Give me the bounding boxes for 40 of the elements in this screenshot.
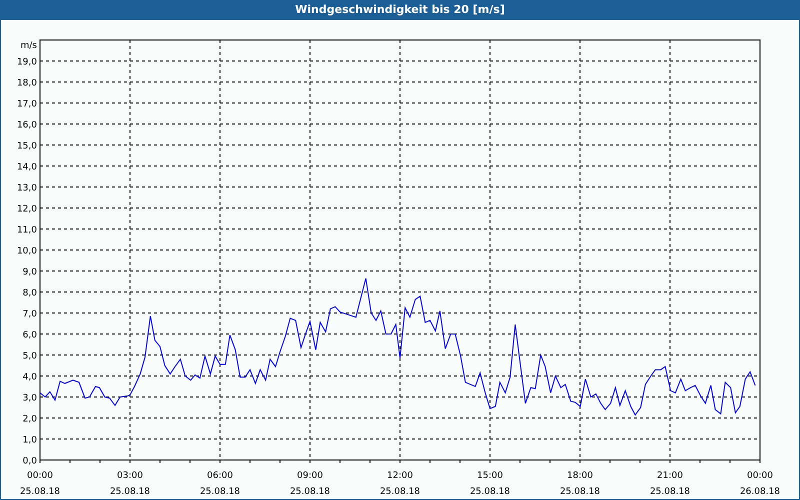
x-tick-time: 18:00 <box>567 471 593 481</box>
x-tick-time: 12:00 <box>387 471 413 481</box>
x-tick-date: 25.08.18 <box>20 487 60 497</box>
x-tick-date: 25.08.18 <box>110 487 150 497</box>
y-tick-label: 14,0 <box>16 162 37 172</box>
y-tick-label: 17,0 <box>16 100 37 110</box>
x-tick-time: 03:00 <box>117 471 143 481</box>
x-tick-date: 25.08.18 <box>650 487 690 497</box>
x-tick-date: 25.08.18 <box>290 487 330 497</box>
y-tick-label: 2,0 <box>22 414 37 424</box>
x-tick-time: 15:00 <box>477 471 503 481</box>
x-tick-time: 00:00 <box>27 471 53 481</box>
y-axis-unit: m/s <box>20 41 37 51</box>
y-tick-label: 16,0 <box>16 120 37 130</box>
y-tick-label: 0,0 <box>22 456 37 466</box>
y-tick-label: 9,0 <box>22 268 37 278</box>
y-tick-label: 10,0 <box>16 246 37 256</box>
y-tick-label: 11,0 <box>16 226 37 236</box>
x-tick-time: 00:00 <box>747 471 773 481</box>
y-tick-label: 1,0 <box>22 436 37 446</box>
x-tick-time: 21:00 <box>657 471 683 481</box>
x-tick-date: 26.08.18 <box>740 487 780 497</box>
x-tick-date: 25.08.18 <box>560 487 600 497</box>
y-tick-label: 6,0 <box>22 330 37 340</box>
y-tick-label: 7,0 <box>22 310 37 320</box>
y-tick-label: 12,0 <box>16 204 37 214</box>
y-tick-label: 15,0 <box>16 142 37 152</box>
y-tick-label: 3,0 <box>22 394 37 404</box>
y-tick-label: 19,0 <box>16 58 37 68</box>
x-tick-time: 06:00 <box>207 471 233 481</box>
x-tick-date: 25.08.18 <box>470 487 510 497</box>
x-tick-time: 09:00 <box>297 471 323 481</box>
y-tick-label: 5,0 <box>22 352 37 362</box>
window-title: Windgeschwindigkeit bis 20 [m/s] <box>294 2 506 18</box>
y-tick-label: 8,0 <box>22 288 37 298</box>
x-tick-date: 25.08.18 <box>200 487 240 497</box>
y-tick-label: 4,0 <box>22 372 37 382</box>
y-tick-label: 18,0 <box>16 78 37 88</box>
y-tick-label: 13,0 <box>16 184 37 194</box>
x-tick-date: 25.08.18 <box>380 487 420 497</box>
